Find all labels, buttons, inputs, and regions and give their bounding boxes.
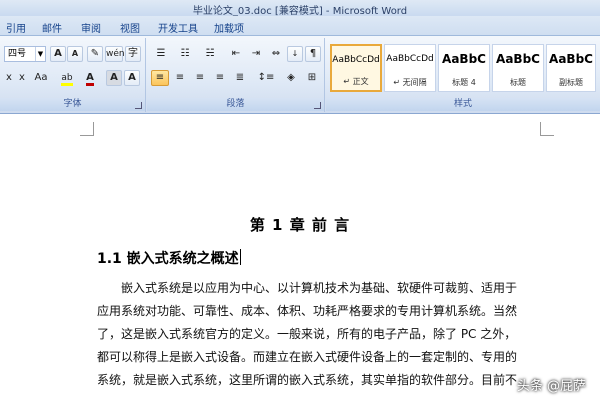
margin-corner-top-right <box>540 122 554 136</box>
numbered-list-icon: ☷ <box>180 48 190 59</box>
pilcrow-icon: ¶ <box>309 48 317 59</box>
chinese-layout-icon: ⇔ <box>271 48 281 59</box>
document-page[interactable]: 第 1 章 前 言 1.1 嵌入式系统之概述 嵌入式系统是以应用为中心、以计算机… <box>0 114 600 400</box>
paint-bucket-icon: ◈ <box>287 72 295 83</box>
font-color-button[interactable]: A <box>80 70 100 86</box>
font-dialog-launcher[interactable] <box>135 102 142 109</box>
tab-view[interactable]: 视图 <box>120 20 140 35</box>
paragraph-group-label: 段落 <box>147 98 324 111</box>
section-heading: 1.1 嵌入式系统之概述 <box>97 249 241 267</box>
outdent-icon: ⇤ <box>231 48 241 59</box>
align-left-button[interactable]: ≡ <box>151 70 169 86</box>
numbering-button[interactable]: ☷ <box>175 46 195 62</box>
border-icon: ⊞ <box>307 72 317 83</box>
tab-references[interactable]: 引用 <box>6 20 26 35</box>
line-spacing-button[interactable]: ↕≡ <box>255 70 277 86</box>
clear-format-button[interactable]: ✎ <box>87 46 103 62</box>
font-size-value: 四号 <box>8 49 27 59</box>
line-spacing-icon: ↕≡ <box>257 72 275 83</box>
tab-review[interactable]: 审阅 <box>81 20 101 35</box>
highlighter-icon: ab <box>61 73 73 86</box>
chapter-heading: 第 1 章 前 言 <box>249 216 351 234</box>
paragraph-group: ☰ ☷ ☵ ⇤ ⇥ ⇔ ↓ ¶ ≡ ≡ ≡ ≡ ≣ ↕≡ ◈ ⊞ 段落 <box>147 38 325 112</box>
style-title[interactable]: AaBbC 标题 <box>492 44 544 92</box>
change-case-button[interactable]: Aa <box>30 70 52 86</box>
sort-icon: ↓ <box>291 49 299 58</box>
paragraph-line: 系统，就是嵌入式系统，这里所谓的嵌入式系统，其实单指的软件部分。目前不 <box>97 373 518 387</box>
increase-indent-button[interactable]: ⇥ <box>247 46 265 62</box>
bullet-list-icon: ☰ <box>156 48 166 59</box>
justify-button[interactable]: ≡ <box>211 70 229 86</box>
style-subtitle[interactable]: AaBbC 副标题 <box>546 44 596 92</box>
tab-mailings[interactable]: 邮件 <box>42 20 62 35</box>
style-no-spacing[interactable]: AaBbCcDd ↵ 无间隔 <box>384 44 436 92</box>
char-border-button[interactable]: A <box>124 70 140 86</box>
font-color-icon: A <box>86 72 94 86</box>
multilevel-list-button[interactable]: ☵ <box>199 46 221 62</box>
watermark: 头条 @屁萨 <box>516 379 586 394</box>
paragraph-dialog-launcher[interactable] <box>314 102 321 109</box>
decrease-indent-button[interactable]: ⇤ <box>227 46 245 62</box>
grow-font-button[interactable]: A <box>50 46 66 62</box>
ribbon: 四号 ▼ A A ✎ wén 字 x x Aa ab A A A 字体 ☰ ☷ … <box>0 36 600 114</box>
sort-button[interactable]: ↓ <box>287 46 303 62</box>
styles-group-label: 样式 <box>326 98 600 111</box>
font-group-label: 字体 <box>0 98 145 111</box>
phonetic-guide-button[interactable]: wén <box>105 46 125 62</box>
title-bar: 毕业论文_03.doc [兼容模式] - Microsoft Word <box>0 0 600 17</box>
tab-developer[interactable]: 开发工具 <box>158 20 198 35</box>
borders-button[interactable]: ⊞ <box>303 70 321 86</box>
paragraph-line: 嵌入式系统是以应用为中心、以计算机技术为基础、软硬件可裁剪、适用于 <box>97 281 518 295</box>
text-cursor <box>239 249 241 265</box>
style-heading-4[interactable]: AaBbC 标题 4 <box>438 44 490 92</box>
subscript-button[interactable]: x <box>2 70 16 86</box>
char-shading-button[interactable]: A <box>106 70 122 86</box>
shading-button[interactable]: ◈ <box>281 70 301 86</box>
distributed-button[interactable]: ≣ <box>231 70 249 86</box>
paragraph-line: 了，这是嵌入式系统官方的定义。一般来说，所有的电子产品，除了 PC 之外， <box>97 327 517 341</box>
font-group: 四号 ▼ A A ✎ wén 字 x x Aa ab A A A 字体 <box>0 38 146 112</box>
eraser-icon: ✎ <box>90 48 100 59</box>
align-right-button[interactable]: ≡ <box>191 70 209 86</box>
ribbon-tabs: 引用 邮件 审阅 视图 开发工具 加载项 <box>0 16 600 36</box>
bullets-button[interactable]: ☰ <box>151 46 171 62</box>
multilevel-list-icon: ☵ <box>205 48 215 59</box>
font-size-combo[interactable]: 四号 ▼ <box>4 46 46 62</box>
chevron-down-icon[interactable]: ▼ <box>35 47 45 61</box>
margin-corner-top-left <box>80 122 94 136</box>
distributed-icon: ≣ <box>235 72 245 83</box>
justify-icon: ≡ <box>215 72 225 83</box>
show-marks-button[interactable]: ¶ <box>305 46 321 62</box>
superscript-button[interactable]: x <box>15 70 29 86</box>
align-center-icon: ≡ <box>175 72 185 83</box>
align-right-icon: ≡ <box>195 72 205 83</box>
align-center-button[interactable]: ≡ <box>171 70 189 86</box>
paragraph-line: 应用系统对功能、可靠性、成本、体积、功耗严格要求的专用计算机系统。当然 <box>97 304 518 318</box>
phonetic-icon: wén <box>106 49 125 59</box>
align-left-icon: ≡ <box>155 72 165 83</box>
enclose-char-button[interactable]: 字 <box>125 46 141 62</box>
tab-addins[interactable]: 加载项 <box>214 20 244 35</box>
shrink-font-button[interactable]: A <box>67 46 83 62</box>
paragraph-line: 都可以称得上是嵌入式设备。而建立在嵌入式硬件设备上的一套定制的、专用的 <box>97 350 518 364</box>
window-title: 毕业论文_03.doc [兼容模式] - Microsoft Word <box>192 6 408 17</box>
styles-group: AaBbCcDd ↵ 正文 AaBbCcDd ↵ 无间隔 AaBbC 标题 4 … <box>326 38 600 112</box>
enclosed-char-icon: 字 <box>128 48 138 59</box>
indent-icon: ⇥ <box>251 48 261 59</box>
chinese-layout-button[interactable]: ⇔ <box>267 46 285 62</box>
highlight-button[interactable]: ab <box>56 70 78 86</box>
style-normal[interactable]: AaBbCcDd ↵ 正文 <box>330 44 382 92</box>
